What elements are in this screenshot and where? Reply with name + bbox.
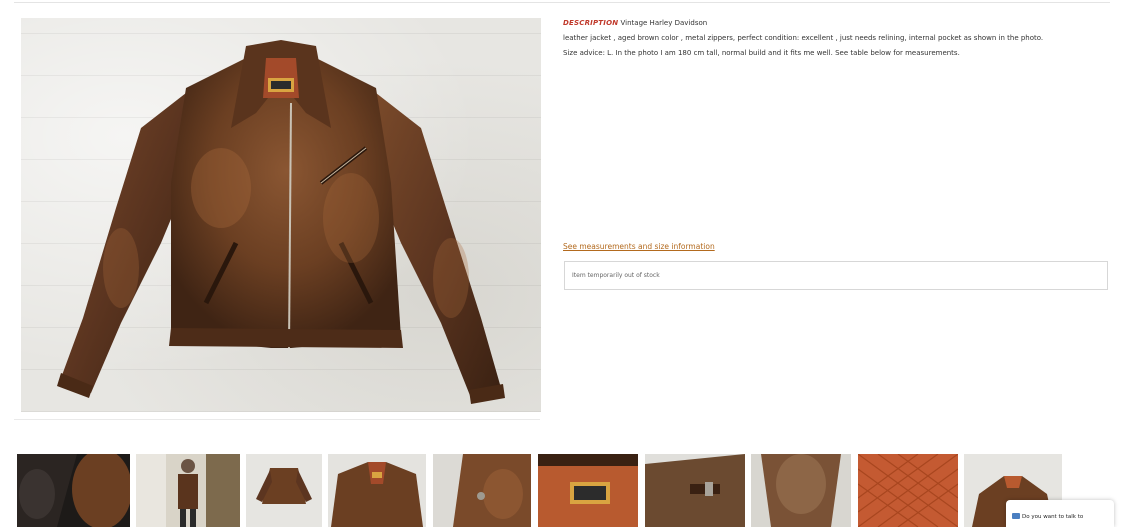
thumb-front-small[interactable] xyxy=(246,454,322,527)
product-description: DESCRIPTION Vintage Harley Davidson leat… xyxy=(563,19,1111,64)
main-product-photo[interactable] xyxy=(21,18,541,412)
thumb-cuff-button[interactable] xyxy=(433,454,531,527)
description-heading: DESCRIPTION Vintage Harley Davidson xyxy=(563,19,1111,28)
chat-label: Do you want to talk to xyxy=(1022,514,1084,520)
chat-widget[interactable]: Do you want to talk to xyxy=(1006,500,1114,527)
description-label: DESCRIPTION xyxy=(563,19,619,27)
stock-status-box: Item temporarily out of stock xyxy=(564,261,1108,290)
photo-divider xyxy=(14,419,540,420)
jacket-illustration xyxy=(57,40,505,404)
thumb-front-close[interactable] xyxy=(328,454,426,527)
thumb-side-buckle[interactable] xyxy=(645,454,745,527)
description-text: leather jacket , aged brown color , meta… xyxy=(563,34,1044,42)
size-info-link[interactable]: See measurements and size information xyxy=(563,242,715,251)
top-divider xyxy=(14,2,1110,3)
thumb-harley-label[interactable] xyxy=(538,454,638,527)
thumb-collar-detail[interactable] xyxy=(751,454,851,527)
description-title: Vintage Harley Davidson xyxy=(620,19,708,27)
size-advice: Size advice: L. In the photo I am 180 cm… xyxy=(563,49,960,57)
thumbnail-strip xyxy=(17,454,1117,527)
chat-bubble-icon xyxy=(1012,513,1020,519)
thumb-lining-closeup[interactable] xyxy=(17,454,130,527)
stock-status-text: Item temporarily out of stock xyxy=(572,272,660,279)
thumb-worn-by-model[interactable] xyxy=(136,454,240,527)
thumb-quilted-lining[interactable] xyxy=(858,454,958,527)
